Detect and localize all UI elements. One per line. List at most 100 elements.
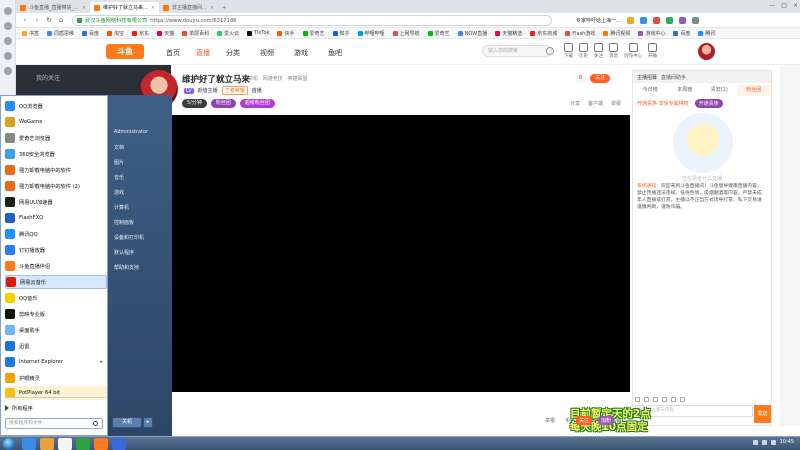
assistant-link[interactable]: 直播间助手 — [661, 74, 686, 81]
clear-icon[interactable] — [680, 396, 685, 402]
start-item-uninstaller-2[interactable]: 强力卸载电脑中的软件 (2) — [5, 179, 107, 193]
taskbar-app-icon[interactable] — [22, 438, 36, 450]
start-link-documents[interactable]: 文档 — [114, 144, 124, 151]
url-input[interactable]: 武汉斗鱼网络科技有限公司 https://www.douyu.com/63171… — [72, 15, 552, 26]
taskbar-app-icon[interactable] — [40, 438, 54, 450]
douyu-logo[interactable]: 斗鱼 — [106, 44, 144, 59]
rail-note-icon[interactable] — [3, 52, 12, 60]
start-link-control-panel[interactable]: 控制面板 — [114, 219, 134, 226]
extension-icon[interactable] — [652, 17, 660, 24]
start-link-user[interactable]: Administrator — [114, 129, 148, 135]
report-button[interactable]: 举报 — [611, 100, 621, 107]
creator-header-button[interactable]: 创作中心 — [624, 43, 642, 59]
site-search-input[interactable]: 输入您的搜索 — [482, 45, 552, 57]
close-window-icon[interactable]: × — [793, 2, 798, 9]
forward-icon[interactable]: › — [32, 16, 42, 24]
rail-app-icon[interactable] — [3, 67, 12, 75]
rail-history-icon[interactable] — [3, 22, 12, 30]
start-link-help[interactable]: 帮助和支持 — [114, 264, 139, 271]
bookmark-item[interactable]: 京东 — [132, 30, 149, 37]
extension-icon[interactable] — [678, 17, 686, 24]
start-item-iqiyi-browser[interactable]: 爱奇艺浏览器 — [5, 131, 107, 145]
bookmark-item[interactable]: 单层百科 — [182, 30, 209, 37]
recruit-link[interactable]: 主播招募 — [637, 74, 657, 81]
tab-week[interactable]: 本周榜 — [668, 85, 703, 96]
color-icon[interactable] — [653, 396, 658, 402]
start-link-devices[interactable]: 设备和打印机 — [114, 234, 144, 241]
rate-pill[interactable]: 5/分钟 — [182, 99, 207, 108]
bookmark-item[interactable]: 腾讯视频 — [603, 30, 630, 37]
start-item-netease-music[interactable]: 网易云音乐 — [5, 275, 107, 289]
tab-today[interactable]: 今日榜 — [633, 85, 668, 96]
maximize-icon[interactable]: □ — [781, 2, 787, 9]
start-item-flashfxq[interactable]: FlashFXQ — [5, 211, 107, 225]
bookmark-item[interactable]: 爱奇艺 — [427, 30, 450, 37]
start-item-uninstaller[interactable]: 强力卸载电脑中的软件 — [5, 163, 107, 177]
search-icon[interactable] — [93, 421, 98, 426]
start-item-eye-care[interactable]: 护眼精灵 — [5, 371, 107, 385]
chat-input[interactable]: 这里输入聊天内容 — [635, 405, 753, 417]
nav-fishbar[interactable]: 鱼吧 — [328, 48, 342, 58]
tab-fans[interactable]: 粉丝团 — [736, 85, 771, 96]
start-search-input[interactable]: 搜索程序和文件 — [5, 418, 103, 429]
bookmark-item[interactable]: Flash游戏 — [565, 30, 595, 37]
new-tab-button[interactable]: + — [218, 2, 230, 13]
start-link-music[interactable]: 音乐 — [114, 174, 124, 181]
fan-club-pill[interactable]: 粉丝团 — [210, 99, 236, 108]
bookmark-item[interactable]: 百度 — [82, 30, 99, 37]
shield-icon[interactable] — [662, 396, 667, 402]
start-item-jianying[interactable]: 剪映专业版 — [5, 307, 107, 321]
bookmark-item[interactable]: 知乎 — [332, 30, 350, 37]
start-link-games[interactable]: 游戏 — [114, 189, 124, 196]
bookmark-item[interactable]: 腾讯 — [698, 30, 715, 37]
bookmark-item[interactable]: NOW直播 — [457, 30, 487, 37]
taskbar-app-icon[interactable] — [94, 438, 108, 450]
close-tab-icon[interactable]: × — [151, 5, 155, 11]
input-method-icon[interactable] — [770, 439, 776, 445]
nav-game[interactable]: 游戏 — [294, 48, 308, 58]
nav-video[interactable]: 视频 — [260, 48, 274, 58]
taskbar-app-icon[interactable] — [58, 438, 72, 450]
extension-icon[interactable] — [626, 17, 634, 24]
start-link-pictures[interactable]: 图片 — [114, 159, 124, 166]
rail-download-icon[interactable] — [3, 37, 12, 45]
start-item-360-browser[interactable]: 360安全浏览器 — [5, 147, 107, 161]
extension-icon[interactable] — [665, 17, 673, 24]
send-button[interactable]: 发送 — [754, 405, 771, 423]
super-fan-club-pill[interactable]: 超级粉丝团 — [239, 99, 275, 108]
close-tab-icon[interactable]: × — [210, 5, 214, 11]
start-item-xunlei[interactable]: 迅雷 — [5, 339, 107, 353]
room-category[interactable]: 单机 · 网游竞技 · 英雄联盟 — [248, 75, 308, 82]
video-player[interactable] — [171, 115, 630, 392]
bookmark-item[interactable]: 京东商城 — [530, 30, 557, 37]
bookmark-item[interactable]: 哔哩哔哩 — [357, 30, 385, 37]
message-header-button[interactable]: 消息 — [609, 43, 618, 59]
report-link[interactable]: 举报 — [545, 417, 555, 424]
minimize-icon[interactable]: — — [769, 2, 775, 9]
clock[interactable]: 10:45 — [780, 439, 794, 445]
start-item-qq-music[interactable]: QQ音乐 — [5, 291, 107, 305]
news-hint[interactable]: 专家呼吁给上海一... — [576, 17, 621, 24]
bookmark-item[interactable]: 爱奇艺 — [302, 30, 325, 37]
tab-vip[interactable]: 贵宾(1) — [702, 85, 737, 96]
start-item-internet-explorer[interactable]: Internet Explorer ▸ — [5, 355, 107, 369]
noble-button[interactable]: 开通贵族 — [694, 99, 723, 108]
bookmark-item[interactable]: TikTok — [247, 30, 269, 36]
gift-icon[interactable] — [644, 396, 649, 402]
start-item-douyu-companion[interactable]: 斗鱼直播伴侣 — [5, 259, 107, 273]
browser-tab[interactable]: 斗鱼直播_直播带货_... × — [16, 2, 90, 13]
emoji-icon[interactable] — [635, 396, 640, 402]
bookmark-item[interactable]: 百度 — [673, 30, 690, 37]
browser-tab-active[interactable]: 维护好了就立马来... × — [89, 2, 159, 13]
bookmark-item[interactable]: 书签 — [22, 30, 39, 37]
follow-header-button[interactable]: 关注 — [594, 43, 603, 59]
all-programs-button[interactable]: 所有程序 — [5, 403, 105, 413]
volume-icon[interactable] — [761, 439, 767, 445]
bookmark-item[interactable]: 游戏中心 — [638, 30, 665, 37]
bookmark-item[interactable]: 上网导航 — [392, 30, 420, 37]
menu-icon[interactable] — [691, 17, 699, 24]
client-button[interactable]: 客户端 — [588, 100, 603, 107]
start-item-wegame[interactable]: WeGame — [5, 115, 107, 129]
network-icon[interactable] — [752, 439, 758, 445]
start-link-computer[interactable]: 计算机 — [114, 204, 129, 211]
